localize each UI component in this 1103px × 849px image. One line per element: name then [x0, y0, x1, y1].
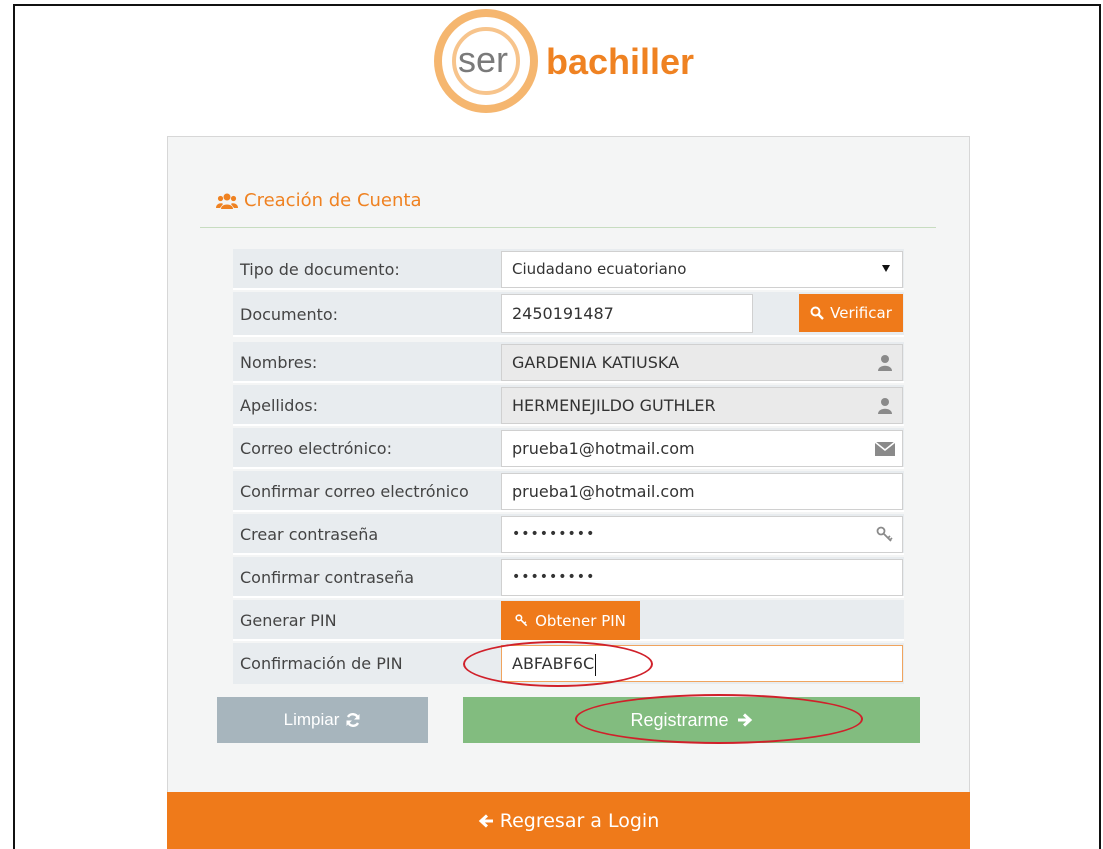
annotation-ellipse-register	[575, 694, 863, 744]
envelope-icon	[874, 441, 896, 456]
crear-contrasena-label: Crear contraseña	[240, 525, 379, 544]
apellidos-input[interactable]: HERMENEJILDO GUTHLER	[501, 387, 903, 424]
row-apellidos: Apellidos: HERMENEJILDO GUTHLER	[233, 385, 904, 426]
row-documento: Documento: 2450191487 Verificar	[233, 292, 904, 337]
documento-input[interactable]: 2450191487	[501, 294, 753, 333]
confirmar-contrasena-label: Confirmar contraseña	[240, 568, 415, 587]
search-icon	[810, 306, 824, 320]
card-title-text: Creación de Cuenta	[244, 190, 422, 211]
row-confirmar-contrasena: Confirmar contraseña •••••••••	[233, 557, 904, 598]
verificar-button[interactable]: Verificar	[799, 294, 903, 332]
row-correo: Correo electrónico: prueba1@hotmail.com	[233, 428, 904, 469]
logo-ser-text: ser	[458, 39, 509, 80]
user-icon	[878, 355, 892, 371]
limpiar-button[interactable]: Limpiar	[217, 697, 428, 743]
nombres-input[interactable]: GARDENIA KATIUSKA	[501, 344, 903, 381]
tipo-documento-select[interactable]: Ciudadano ecuatoriano	[501, 251, 903, 288]
crear-contrasena-input[interactable]: •••••••••	[501, 516, 903, 553]
key-icon	[876, 526, 893, 542]
card-title: Creación de Cuenta	[216, 190, 422, 211]
annotation-ellipse-pin	[463, 641, 653, 687]
generar-pin-label: Generar PIN	[240, 611, 337, 630]
tipo-documento-label: Tipo de documento:	[240, 260, 400, 279]
row-crear-contrasena: Crear contraseña •••••••••	[233, 514, 904, 555]
correo-label: Correo electrónico:	[240, 439, 392, 458]
title-divider	[200, 227, 936, 228]
confirmar-correo-label: Confirmar correo electrónico	[240, 482, 469, 501]
confirmar-correo-input[interactable]: prueba1@hotmail.com	[501, 473, 903, 510]
confirmar-contrasena-input[interactable]: •••••••••	[501, 559, 903, 596]
regresar-login-button[interactable]: Regresar a Login	[167, 792, 970, 849]
confirmacion-pin-label: Confirmación de PIN	[240, 654, 403, 673]
ser-bachiller-logo: ser bachiller	[434, 9, 714, 119]
refresh-icon	[346, 713, 360, 727]
row-generar-pin: Generar PIN Obtener PIN	[233, 600, 904, 641]
users-icon	[216, 193, 238, 209]
row-nombres: Nombres: GARDENIA KATIUSKA	[233, 342, 904, 383]
documento-label: Documento:	[240, 305, 339, 324]
row-tipo-documento: Tipo de documento: Ciudadano ecuatoriano	[233, 249, 904, 290]
arrow-left-icon	[478, 813, 493, 828]
dropdown-caret-icon	[882, 265, 890, 272]
nombres-label: Nombres:	[240, 353, 318, 372]
correo-input[interactable]: prueba1@hotmail.com	[501, 430, 903, 467]
user-icon	[878, 398, 892, 414]
apellidos-label: Apellidos:	[240, 396, 318, 415]
row-confirmar-correo: Confirmar correo electrónico prueba1@hot…	[233, 471, 904, 512]
logo-bachiller-text: bachiller	[546, 41, 695, 82]
key-icon	[515, 613, 528, 626]
obtener-pin-button[interactable]: Obtener PIN	[501, 601, 640, 640]
